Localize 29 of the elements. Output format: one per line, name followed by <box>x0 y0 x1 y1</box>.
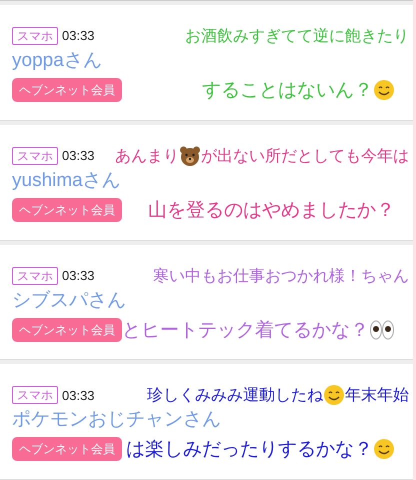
member-button[interactable]: ヘブンネット会員 <box>12 437 122 462</box>
user-name: yushimaさん <box>12 168 121 193</box>
message-text: は楽しみだったりするかな？ <box>126 436 395 462</box>
message-text: とヒートテック着てるかな？ <box>122 316 395 342</box>
post-time: 03:33 <box>62 27 95 46</box>
member-button[interactable]: ヘブンネット会員 <box>12 198 122 222</box>
eyes-icon <box>369 318 395 340</box>
member-button[interactable]: ヘブンネット会員 <box>12 318 122 342</box>
device-tag: スマホ <box>12 266 58 284</box>
message-text: 山を登るのはやめましたか？ <box>148 198 395 223</box>
message-text: お酒飲みすぎてて逆に飽きたり <box>185 25 409 47</box>
device-tag: スマホ <box>12 146 58 165</box>
post-time: 03:33 <box>62 386 95 404</box>
message-text: することはないん？ <box>202 77 395 103</box>
post-time: 03:33 <box>62 266 95 285</box>
message-text: あんまり が出ない所だとしても今年は <box>115 144 409 167</box>
user-name: シブスパさん <box>12 288 126 312</box>
bear-icon <box>179 144 201 167</box>
post-time: 03:33 <box>62 147 95 165</box>
user-name: yoppaさん <box>12 49 102 73</box>
smiley-face-icon <box>373 438 395 460</box>
message-text: 寒い中もお仕事おつかれ様！ちゃん <box>153 264 409 286</box>
smiley-face-icon <box>323 384 345 406</box>
user-name: ポケモンおじチャンさん <box>12 408 221 432</box>
member-button[interactable]: ヘブンネット会員 <box>12 78 122 102</box>
message-text: 珍しくみみみ運動したね 年末年始 <box>147 384 409 406</box>
device-tag: スマホ <box>12 27 58 45</box>
device-tag: スマホ <box>12 386 58 404</box>
smiley-face-icon <box>373 79 395 101</box>
